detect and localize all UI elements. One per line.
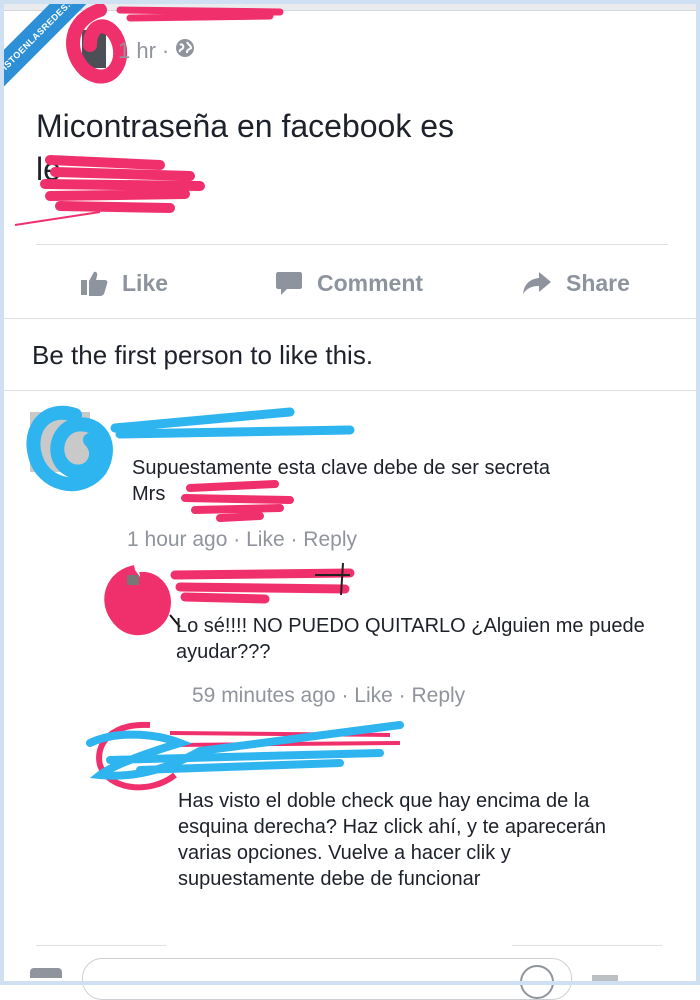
share-label: Share [566, 269, 630, 296]
comment-1-text: Supuestamente esta clave debe de ser sec… [132, 455, 550, 507]
comment-button[interactable]: Comment [275, 269, 423, 297]
comment-icon [276, 272, 302, 295]
action-bar: Like Comment Share [0, 260, 700, 306]
comment-3-line-1: Has visto el doble check que hay encima … [178, 790, 590, 812]
comment-input[interactable] [82, 958, 572, 1000]
sticker-icon[interactable] [520, 965, 554, 999]
comment-2-text: Lo sé!!!! NO PUEDO QUITARLO ¿Alguien me … [176, 613, 645, 665]
comment-2-time[interactable]: 59 minutes ago [192, 684, 336, 707]
comment-3-line-2: esquina derecha? Haz click ahí, y te apa… [178, 816, 607, 838]
share-arrow-icon [523, 272, 551, 294]
globe-icon [175, 38, 195, 64]
divider-post [36, 244, 668, 245]
comment-1-time[interactable]: 1 hour ago [127, 528, 227, 551]
thumbs-up-icon [81, 271, 108, 296]
divider-bottom [36, 945, 166, 946]
comment-label: Comment [317, 269, 424, 296]
post-time[interactable]: 1 hr [118, 38, 156, 64]
divider-bottom-right [512, 945, 662, 946]
share-button[interactable]: Share [522, 270, 630, 297]
post-meta: 1 hr · [118, 38, 195, 64]
comment-3-line-3: varias opciones. Vuelve a hacer clik y [178, 842, 511, 864]
comment-2-like-link[interactable]: Like [354, 684, 393, 707]
comment-3-line-4: supuestamente debe de funcionar [178, 868, 481, 890]
divider-actions [0, 318, 700, 319]
comment-3-text: Has visto el doble check que hay encima … [178, 788, 606, 892]
comment-1-line-1: Supuestamente esta clave debe de ser sec… [132, 457, 551, 479]
comment-2-line-2: ayudar??? [176, 641, 271, 663]
comment-1-line-2: Mrs [132, 483, 166, 505]
meta-separator: · [161, 38, 170, 63]
comment-1-reply-link[interactable]: Reply [303, 528, 357, 551]
post-body: Micontraseña en facebook es le [36, 105, 656, 191]
camera-icon[interactable] [30, 968, 62, 978]
divider-likes [0, 390, 700, 391]
like-button[interactable]: Like [80, 269, 168, 297]
comment-2-line-1: Lo sé!!!! NO PUEDO QUITARLO ¿Alguien me … [176, 615, 645, 637]
likes-summary: Be the first person to like this. [32, 340, 374, 370]
comment-1-meta: 1 hour ago · Like · Reply [127, 528, 357, 551]
post-text-line-2: le [36, 151, 61, 188]
top-bar [0, 0, 700, 11]
comment-1-like-link[interactable]: Like [246, 528, 285, 551]
like-label: Like [122, 269, 169, 296]
post-button[interactable] [592, 975, 618, 981]
post-text-line-1: Micontraseña en facebook es [36, 108, 455, 144]
comment-2-reply-link[interactable]: Reply [411, 684, 465, 707]
author-avatar[interactable] [82, 30, 106, 68]
comment-2-meta: 59 minutes ago · Like · Reply [192, 684, 466, 707]
